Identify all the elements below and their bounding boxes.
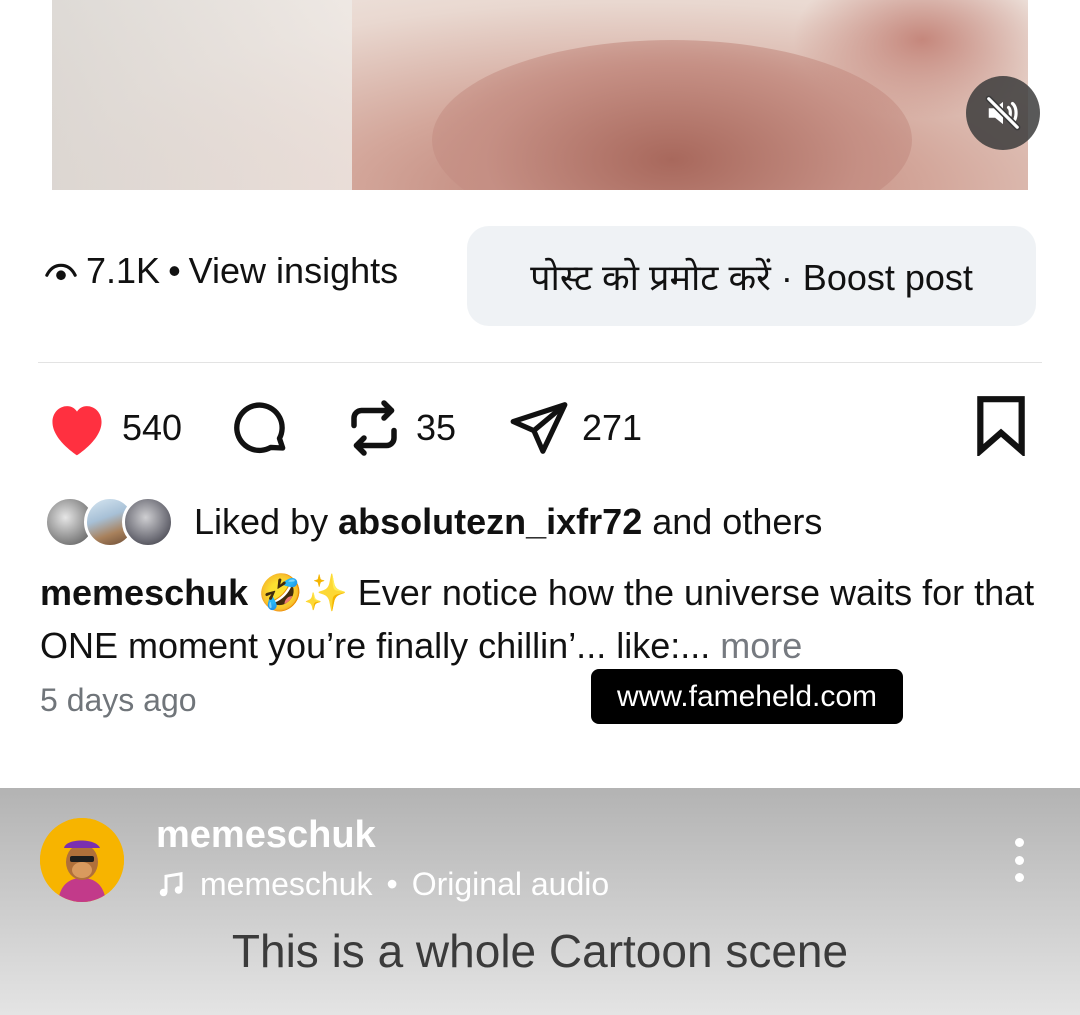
- mute-toggle-button[interactable]: [966, 76, 1040, 150]
- reposts-count: 35: [416, 407, 457, 448]
- audio-link[interactable]: memeschuk • Original audio: [156, 866, 609, 903]
- audio-separator: •: [386, 866, 398, 902]
- boost-post-button[interactable]: पोस्ट को प्रमोट करें · Boost post: [467, 226, 1036, 326]
- shares-count: 271: [582, 407, 643, 448]
- save-button[interactable]: [974, 394, 1028, 461]
- next-post-username[interactable]: memeschuk: [156, 814, 376, 857]
- post-timestamp: 5 days ago: [40, 682, 197, 718]
- caption-more-link[interactable]: more: [720, 625, 802, 666]
- music-note-icon: [159, 871, 183, 896]
- liked-by-prefix: Liked by: [194, 501, 329, 542]
- liked-by-suffix: and others: [652, 501, 823, 542]
- video-overlay-text: This is a whole Cartoon scene: [231, 925, 849, 977]
- view-insights-label: View insights: [188, 250, 399, 291]
- ape-avatar-icon: [40, 818, 124, 902]
- watermark-label: www.fameheld.com: [591, 669, 903, 724]
- more-vertical-icon[interactable]: [1006, 838, 1032, 882]
- audio-label: Original audio: [411, 866, 610, 902]
- post-video[interactable]: [52, 0, 1028, 190]
- heart-filled-icon: [52, 406, 102, 456]
- like-button[interactable]: 540: [44, 390, 182, 466]
- avatar: [122, 496, 174, 548]
- liked-by-username[interactable]: absolutezn_ixfr72: [338, 501, 642, 542]
- avatar[interactable]: [40, 818, 124, 902]
- speaker-muted-icon: [985, 95, 1021, 131]
- audio-user: memeschuk: [200, 866, 373, 902]
- liked-by-text: Liked by absolutezn_ixfr72 and others: [194, 501, 822, 543]
- next-post: memeschuk memeschuk • Original audio Thi…: [0, 788, 1080, 1015]
- views-count: 7.1K: [86, 250, 161, 291]
- boost-post-label: पोस्ट को प्रमोट करें · Boost post: [530, 256, 973, 298]
- likes-count: 540: [122, 407, 183, 448]
- caption-username[interactable]: memeschuk: [40, 572, 248, 613]
- separator-dot: •: [168, 250, 181, 291]
- video-frame-detail: [52, 0, 352, 190]
- caption-emojis: 🤣✨: [258, 572, 348, 613]
- repost-icon: [351, 400, 397, 456]
- send-icon: [510, 402, 568, 454]
- post-actions-bar: 540 35 271: [44, 390, 1040, 466]
- comment-button[interactable]: [228, 390, 292, 466]
- share-button[interactable]: 271: [508, 390, 642, 466]
- divider: [38, 362, 1042, 363]
- eye-icon: [44, 254, 78, 288]
- bookmark-icon: [977, 396, 1025, 458]
- liked-by-avatars: [44, 494, 174, 550]
- comment-bubble-icon: [234, 402, 286, 454]
- repost-button[interactable]: 35: [344, 390, 456, 466]
- liked-by-row[interactable]: Liked by absolutezn_ixfr72 and others: [44, 494, 822, 550]
- post-caption: memeschuk 🤣✨ Ever notice how the univers…: [40, 566, 1060, 672]
- view-insights-link[interactable]: 7.1K • View insights: [44, 250, 398, 292]
